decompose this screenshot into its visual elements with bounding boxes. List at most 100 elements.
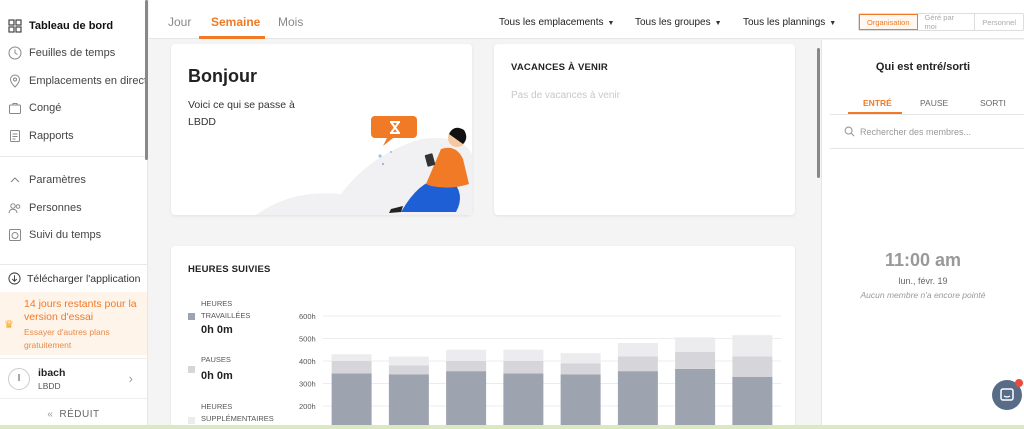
tab-month[interactable]: Mois — [278, 15, 303, 29]
bar-segment-heures-travaillées[interactable] — [446, 371, 487, 429]
member-search[interactable]: Rechercher des membres... — [844, 126, 971, 137]
chevron-right-icon: › — [128, 371, 133, 386]
sidebar-item-feuilles-de-temps[interactable]: Feuilles de temps — [0, 40, 147, 68]
time-tracking-icon — [8, 228, 22, 242]
schedules-filter-label: Tous les plannings — [743, 17, 826, 28]
bar-segment-pauses[interactable] — [675, 352, 716, 369]
whos-in-title: Qui est entré/sorti — [875, 61, 971, 73]
trial-banner[interactable]: ♛ 14 jours restants pour la version d'es… — [0, 292, 147, 355]
current-time: 11:00 am — [884, 250, 962, 270]
search-input[interactable]: Rechercher des membres... — [860, 127, 971, 137]
legend-worked-swatch — [188, 313, 195, 320]
bar-segment-pauses[interactable] — [446, 361, 487, 372]
y-tick-label: 300h — [299, 380, 316, 389]
bar-segment-pauses[interactable] — [617, 356, 658, 372]
sidebar-item-label: Personnes — [29, 201, 82, 214]
search-icon — [844, 126, 855, 137]
scope-personal-button[interactable]: Personnel — [975, 14, 1023, 30]
sidebar-item-label: Emplacements en direct — [29, 74, 147, 87]
chat-button[interactable] — [992, 379, 1023, 410]
sidebar-item-rapports[interactable]: Rapports — [0, 122, 147, 150]
avatar: I — [8, 367, 30, 390]
legend-overtime-label-2: SUPPLÉMENTAIRES — [201, 414, 274, 423]
double-chevron-left-icon: « — [47, 408, 54, 420]
legend-breaks-value: 0h 0m — [201, 370, 233, 382]
trial-plans-link[interactable]: Essayer d'autres plans gratuitement — [24, 326, 141, 352]
bar-segment-heures-travaillées[interactable] — [675, 368, 716, 429]
clock-icon — [8, 46, 22, 60]
bar-segment-heures-supplémentaires[interactable] — [503, 349, 544, 361]
bar-segment-heures-travaillées[interactable] — [388, 374, 429, 429]
groups-filter[interactable]: Tous les groupes ▼ — [635, 17, 722, 28]
bar-segment-heures-supplémentaires[interactable] — [732, 335, 773, 357]
tab-day[interactable]: Jour — [168, 15, 191, 29]
legend-overtime-swatch — [188, 417, 195, 424]
bar-segment-heures-travaillées[interactable] — [732, 376, 773, 429]
nav-divider — [0, 155, 147, 157]
main-scrollbar[interactable] — [817, 48, 820, 178]
chevron-up-icon — [8, 173, 22, 187]
bar-segment-heures-supplémentaires[interactable] — [388, 356, 429, 366]
tracked-hours-chart: 600h500h400h300h200h100h — [299, 312, 781, 429]
greeting-title: Bonjour — [188, 66, 257, 86]
bar-segment-heures-supplémentaires[interactable] — [560, 353, 601, 364]
bar-segment-heures-supplémentaires[interactable] — [675, 337, 716, 352]
bar-segment-pauses[interactable] — [503, 361, 544, 374]
bar-segment-heures-travaillées[interactable] — [617, 371, 658, 429]
bottom-strip — [0, 425, 1024, 429]
legend-breaks-label: PAUSES — [201, 355, 231, 364]
sidebar-item-label: Feuilles de temps — [29, 47, 116, 60]
download-app-label: Télécharger l'application — [27, 272, 141, 285]
bar-segment-heures-travaillées[interactable] — [331, 373, 372, 429]
tab-week[interactable]: Semaine — [211, 15, 260, 29]
user-name: ibach — [38, 366, 66, 379]
bar-segment-pauses[interactable] — [560, 363, 601, 375]
bar-segment-heures-supplémentaires[interactable] — [331, 354, 372, 361]
tab-divider — [830, 114, 1024, 115]
sidebar-item-paramètres[interactable]: Paramètres — [0, 167, 147, 195]
bar-segment-pauses[interactable] — [388, 365, 429, 375]
tracked-hours-card: HEURES SUIVIES HEURES TRAVAILLÉES 0h 0m … — [171, 246, 795, 429]
notification-dot — [1015, 379, 1023, 387]
tab-clocked-out[interactable]: SORTI — [980, 98, 1006, 108]
user-org: LBDD — [38, 380, 61, 391]
sidebar-item-label: Paramètres — [29, 174, 86, 187]
sidebar-item-personnes[interactable]: Personnes — [0, 194, 147, 222]
caret-down-icon: ▼ — [607, 20, 615, 27]
bar-segment-pauses[interactable] — [732, 356, 773, 377]
upcoming-holidays-card: VACANCES À VENIR Pas de vacances à venir — [494, 44, 795, 215]
scope-organisation-button[interactable]: Organisation — [859, 14, 918, 30]
sidebar-item-congé[interactable]: Congé — [0, 95, 147, 123]
sidebar-item-emplacements-en-direct[interactable]: Emplacements en direct — [0, 67, 147, 95]
groups-filter-label: Tous les groupes — [635, 17, 711, 28]
sidebar-item-suivi-du-temps[interactable]: Suivi du temps — [0, 222, 147, 249]
current-date: lun., févr. 19 — [898, 276, 948, 286]
sidebar-item-tableau-de-bord[interactable]: Tableau de bord — [0, 12, 147, 40]
suitcase-icon — [8, 101, 22, 115]
bar-segment-heures-supplémentaires[interactable] — [446, 349, 487, 361]
bar-segment-heures-supplémentaires[interactable] — [617, 343, 658, 357]
sidebar-scrollbar[interactable] — [145, 0, 148, 160]
user-profile[interactable]: I ibach LBDD › — [0, 358, 147, 398]
locations-filter[interactable]: Tous les emplacements ▼ — [499, 17, 614, 28]
whos-in-panel: Qui est entré/sorti ENTRÉ PAUSE SORTI Re… — [821, 40, 1024, 429]
y-tick-label: 200h — [299, 402, 316, 411]
person-reading-illustration — [256, 116, 472, 215]
scope-managed-button[interactable]: Géré par moi — [918, 13, 976, 31]
schedules-filter[interactable]: Tous les plannings ▼ — [743, 17, 836, 28]
active-tab-indicator — [199, 36, 265, 39]
legend-breaks-swatch — [188, 366, 195, 373]
bar-segment-heures-travaillées[interactable] — [503, 373, 544, 429]
bar-segment-heures-travaillées[interactable] — [560, 374, 601, 429]
caret-down-icon: ▼ — [829, 20, 837, 27]
y-tick-label: 400h — [299, 357, 316, 366]
holidays-empty-text: Pas de vacances à venir — [511, 90, 620, 101]
download-app-button[interactable]: Télécharger l'application — [0, 264, 147, 292]
tab-on-break[interactable]: PAUSE — [920, 98, 948, 108]
tab-clocked-in[interactable]: ENTRÉ — [863, 98, 892, 108]
download-icon — [8, 272, 21, 285]
holidays-title: VACANCES À VENIR — [511, 62, 608, 73]
sidebar-item-label: Congé — [29, 102, 62, 115]
top-bar: Jour Semaine Mois Tous les emplacements ▼… — [149, 0, 1024, 39]
bar-segment-pauses[interactable] — [331, 361, 372, 374]
